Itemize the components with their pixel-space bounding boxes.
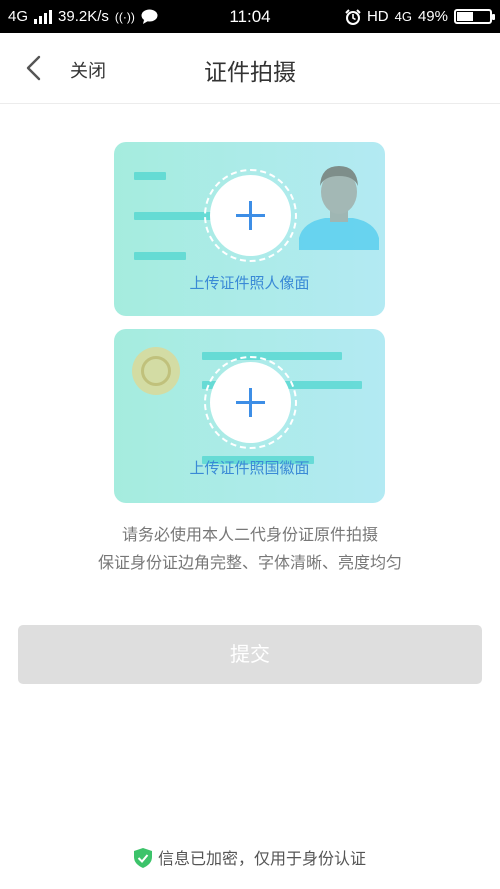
battery-icon [454,9,495,24]
status-right: HD 4G 49% [345,8,495,25]
hd-indicator: HD [366,8,389,25]
shield-check-icon [133,848,152,868]
battery-percent: 49% [417,8,448,25]
page-title: 证件拍摄 [204,60,296,86]
network-type-right: 4G [394,9,412,24]
id-card-emblem-upload[interactable]: 上传证件照国徽面 [114,329,385,503]
card-line-decoration [134,172,166,180]
card-line-decoration [134,252,186,260]
emblem-caption: 上传证件照国徽面 [189,459,310,477]
hint-line-2: 保证身份证边角完整、字体清晰、亮度均匀 [97,553,402,572]
nav-header: 关闭 证件拍摄 [0,33,500,104]
portrait-caption: 上传证件照人像面 [189,274,310,292]
portrait-silhouette-icon [299,166,379,250]
plus-icon[interactable] [210,175,291,256]
security-footer: 信息已加密，仅用于身份认证 [0,845,500,869]
hint-line-1: 请务必使用本人二代身份证原件拍摄 [121,525,378,544]
footer-text: 信息已加密，仅用于身份认证 [157,849,366,868]
status-bar: 4G 39.2K/s ((·)) 11:04 HD 4G 49% [0,0,500,33]
submit-button[interactable]: 提交 [18,625,482,684]
id-card-portrait-upload[interactable]: 上传证件照人像面 [114,142,385,316]
upload-emblem-button[interactable] [204,356,297,449]
alarm-icon [345,8,361,25]
national-emblem-icon [132,347,180,395]
plus-icon[interactable] [210,362,291,443]
upload-portrait-button[interactable] [204,169,297,262]
